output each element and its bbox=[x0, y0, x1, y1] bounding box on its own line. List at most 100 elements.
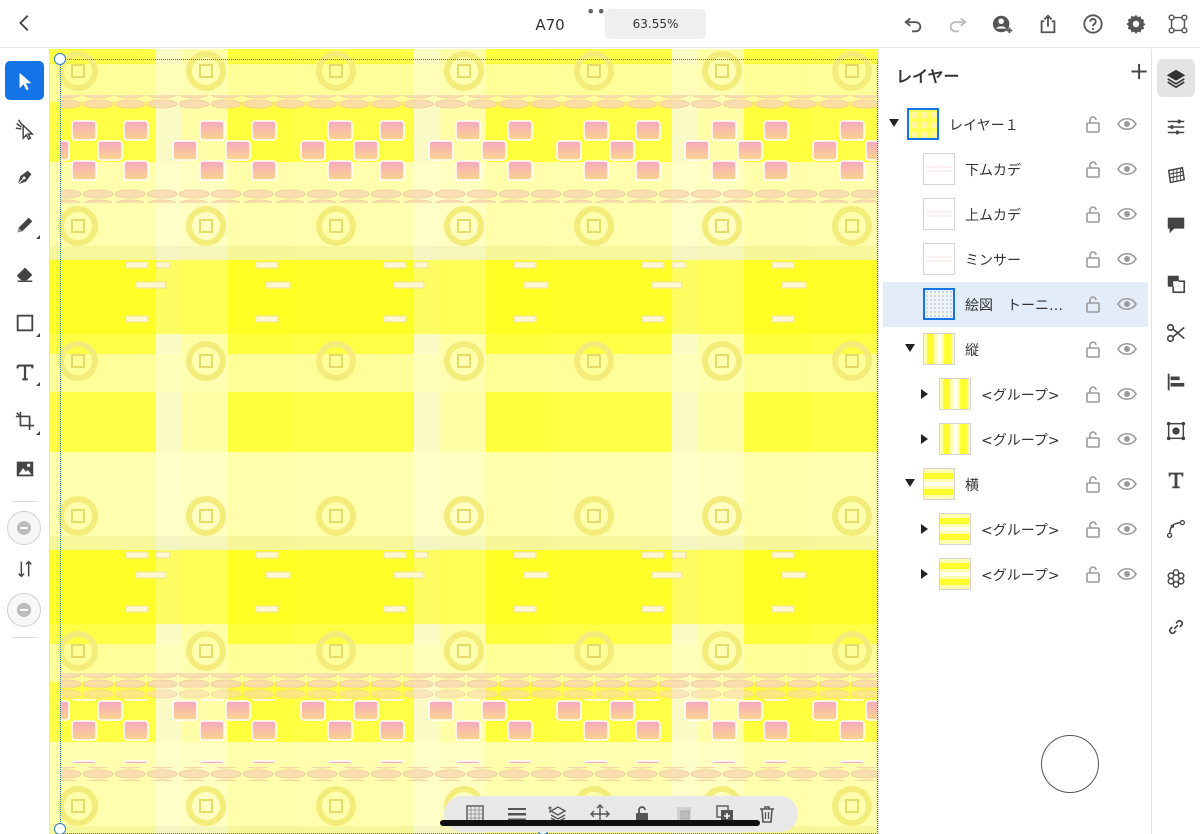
settings-button[interactable] bbox=[1123, 11, 1149, 37]
path-mode-button[interactable] bbox=[1165, 11, 1191, 37]
submenu-indicator bbox=[36, 333, 40, 337]
share-button[interactable] bbox=[1035, 11, 1061, 37]
link-icon bbox=[1168, 619, 1184, 635]
layer-name[interactable]: レイヤー１ bbox=[949, 115, 1019, 135]
layer-name[interactable]: <グループ> bbox=[981, 385, 1060, 405]
eye-icon bbox=[1117, 387, 1137, 406]
resize-handle-top-left[interactable] bbox=[54, 53, 66, 65]
place-image-tool[interactable] bbox=[5, 449, 44, 488]
layer-row[interactable]: <グループ> bbox=[883, 552, 1148, 597]
pathfinder-button[interactable] bbox=[1157, 265, 1195, 303]
lock-toggle[interactable] bbox=[1085, 160, 1101, 178]
comments-button[interactable] bbox=[1157, 206, 1195, 244]
lock-toggle[interactable] bbox=[1085, 430, 1101, 448]
collapse-toggle[interactable] bbox=[905, 344, 915, 352]
layer-name[interactable]: 絵図 トーニ… bbox=[965, 295, 1063, 315]
visibility-toggle[interactable] bbox=[1117, 476, 1137, 492]
layer-row[interactable]: 上ムカデ bbox=[883, 192, 1148, 237]
visibility-toggle[interactable] bbox=[1117, 161, 1137, 177]
layer-name[interactable]: 下ムカデ bbox=[965, 160, 1021, 180]
repeat-button[interactable] bbox=[1157, 559, 1195, 597]
back-button[interactable] bbox=[14, 12, 36, 36]
image-trace-button[interactable] bbox=[1157, 412, 1195, 450]
expand-toggle[interactable] bbox=[921, 434, 928, 444]
lock-toggle[interactable] bbox=[1085, 385, 1101, 403]
help-button[interactable] bbox=[1080, 11, 1106, 37]
links-button[interactable] bbox=[1157, 608, 1195, 646]
lock-toggle[interactable] bbox=[1085, 475, 1101, 493]
shape-tool[interactable] bbox=[5, 303, 44, 342]
layer-row[interactable]: レイヤー１ bbox=[883, 102, 1148, 147]
visibility-toggle[interactable] bbox=[1117, 521, 1137, 537]
path-panel-button[interactable] bbox=[1157, 510, 1195, 548]
layers-panel-button[interactable] bbox=[1157, 59, 1195, 97]
resize-handle-bottom-left[interactable] bbox=[54, 823, 66, 834]
collapse-toggle[interactable] bbox=[905, 479, 915, 487]
layer-row[interactable]: 絵図 トーニ… bbox=[883, 282, 1148, 327]
lock-toggle[interactable] bbox=[1085, 205, 1101, 223]
layer-name[interactable]: 縦 bbox=[965, 340, 979, 360]
layer-row[interactable]: <グループ> bbox=[883, 372, 1148, 417]
selection-tool[interactable] bbox=[5, 61, 44, 100]
redo-button[interactable] bbox=[945, 11, 971, 37]
zoom-level[interactable]: 63.55% bbox=[605, 9, 706, 39]
lock-toggle[interactable] bbox=[1085, 295, 1101, 313]
eraser-tool[interactable] bbox=[5, 253, 44, 292]
visibility-toggle[interactable] bbox=[1117, 341, 1137, 357]
layer-row[interactable]: 縦 bbox=[883, 327, 1148, 372]
expand-toggle[interactable] bbox=[921, 524, 928, 534]
layer-row[interactable]: <グループ> bbox=[883, 507, 1148, 552]
swap-arrows-icon bbox=[17, 560, 32, 577]
touch-shortcut-button[interactable] bbox=[1041, 735, 1099, 793]
visibility-toggle[interactable] bbox=[1117, 251, 1137, 267]
layer-row[interactable]: <グループ> bbox=[883, 417, 1148, 462]
align-button[interactable] bbox=[1157, 363, 1195, 401]
visibility-toggle[interactable] bbox=[1117, 566, 1137, 582]
visibility-toggle[interactable] bbox=[1117, 116, 1137, 132]
add-layer-button[interactable]: + bbox=[1129, 57, 1149, 85]
lock-toggle[interactable] bbox=[1085, 565, 1101, 583]
plaid-pattern-artwork[interactable] bbox=[50, 49, 878, 834]
collapse-toggle[interactable] bbox=[889, 119, 899, 127]
visibility-toggle[interactable] bbox=[1117, 296, 1137, 312]
expand-toggle[interactable] bbox=[921, 389, 928, 399]
stroke-swatch[interactable] bbox=[7, 593, 41, 627]
layer-name[interactable]: <グループ> bbox=[981, 430, 1060, 450]
layers-icon bbox=[1166, 69, 1186, 89]
cut-button[interactable] bbox=[1157, 314, 1195, 352]
layer-row[interactable]: ミンサー bbox=[883, 237, 1148, 282]
unlock-icon bbox=[1085, 476, 1101, 497]
direct-selection-tool[interactable] bbox=[5, 109, 44, 148]
layer-name[interactable]: ミンサー bbox=[965, 250, 1021, 270]
lock-toggle[interactable] bbox=[1085, 520, 1101, 538]
properties-button[interactable] bbox=[1157, 108, 1195, 146]
type-tool[interactable] bbox=[5, 352, 44, 391]
layer-name[interactable]: 上ムカデ bbox=[965, 205, 1021, 225]
layer-name[interactable]: <グループ> bbox=[981, 565, 1060, 585]
artboard-tool[interactable] bbox=[5, 401, 44, 440]
unlock-icon bbox=[1085, 206, 1101, 227]
layer-row[interactable]: 横 bbox=[883, 462, 1148, 507]
swatches-button[interactable] bbox=[1157, 157, 1195, 195]
type-panel-button[interactable] bbox=[1157, 461, 1195, 499]
swap-fill-stroke-button[interactable] bbox=[5, 549, 44, 588]
lock-toggle[interactable] bbox=[1085, 340, 1101, 358]
visibility-toggle[interactable] bbox=[1117, 206, 1137, 222]
invite-button[interactable] bbox=[990, 11, 1016, 37]
layer-row[interactable]: 下ムカデ bbox=[883, 147, 1148, 192]
visibility-toggle[interactable] bbox=[1117, 386, 1137, 402]
image-icon bbox=[16, 461, 33, 476]
document-title[interactable]: A70 bbox=[520, 16, 580, 34]
artboard-canvas[interactable] bbox=[50, 49, 878, 834]
fill-swatch[interactable] bbox=[7, 511, 41, 545]
lock-toggle[interactable] bbox=[1085, 250, 1101, 268]
undo-button[interactable] bbox=[900, 11, 926, 37]
lock-toggle[interactable] bbox=[1085, 115, 1101, 133]
layer-name[interactable]: 横 bbox=[965, 475, 979, 495]
layer-name[interactable]: <グループ> bbox=[981, 520, 1060, 540]
top-bar: ••• A70 63.55% bbox=[0, 0, 1200, 48]
pencil-tool[interactable] bbox=[5, 205, 44, 244]
expand-toggle[interactable] bbox=[921, 569, 928, 579]
pen-tool[interactable] bbox=[5, 157, 44, 196]
visibility-toggle[interactable] bbox=[1117, 431, 1137, 447]
